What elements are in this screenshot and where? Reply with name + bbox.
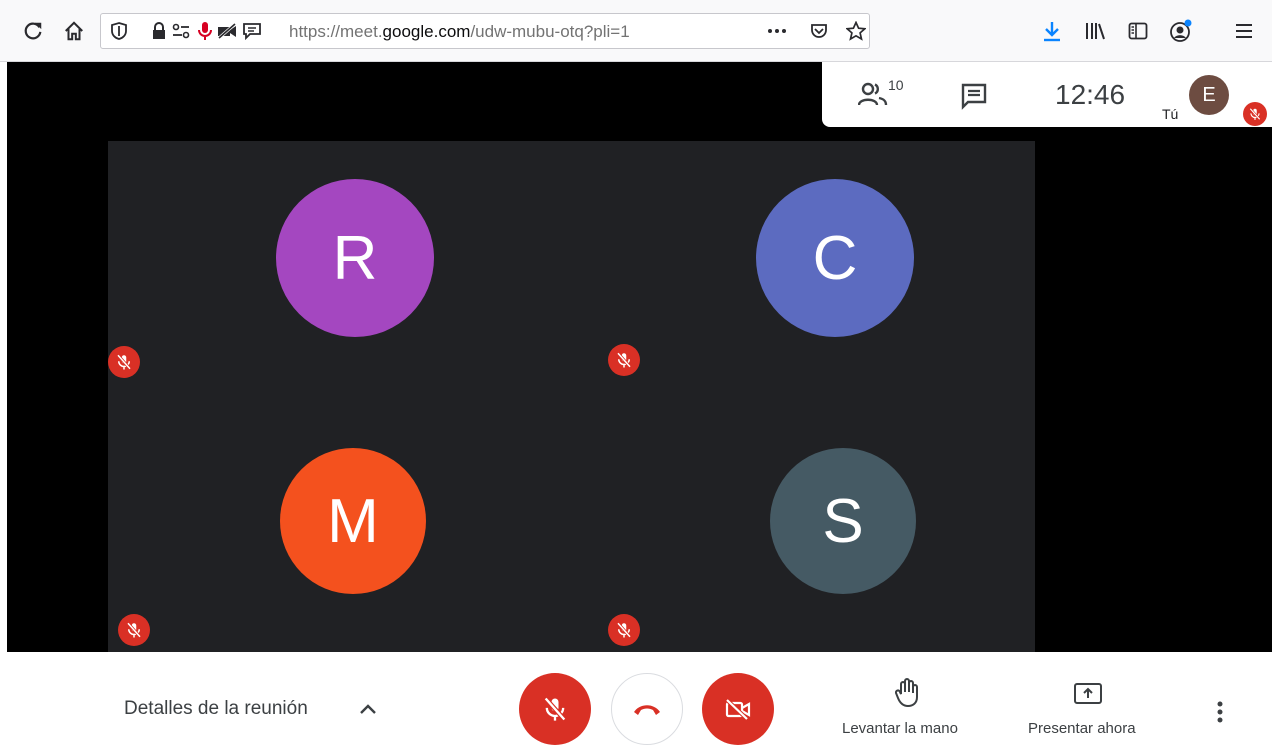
- camera-off-icon: [725, 698, 751, 721]
- camera-off-icon[interactable]: [217, 21, 237, 41]
- browser-toolbar: https://meet.google.com/udw-mubu-otq?pli…: [0, 0, 1272, 62]
- more-icon[interactable]: [767, 21, 787, 41]
- participants-count: 10: [888, 77, 904, 93]
- more-options-button[interactable]: [1208, 694, 1232, 730]
- sidebar-icon[interactable]: [1125, 18, 1151, 44]
- permissions-icon[interactable]: [171, 21, 191, 41]
- participants-button[interactable]: 10: [852, 76, 912, 116]
- self-avatar[interactable]: E: [1189, 75, 1229, 115]
- self-label: Tú: [1162, 106, 1179, 122]
- hand-icon: [895, 678, 918, 708]
- self-avatar-initial: E: [1202, 83, 1216, 106]
- participant-avatar: S: [770, 448, 916, 594]
- mic-off-icon: [118, 614, 150, 646]
- raise-hand-label: Levantar la mano: [842, 720, 958, 737]
- participant-tile[interactable]: C: [608, 141, 1035, 396]
- mic-off-icon: [608, 344, 640, 376]
- meeting-controls: Detalles de la reunión Levantar la mano …: [0, 652, 1272, 745]
- account-icon[interactable]: [1168, 18, 1194, 44]
- participant-initial: C: [812, 223, 858, 293]
- lock-icon[interactable]: [149, 21, 169, 41]
- mic-off-icon: [543, 696, 567, 722]
- library-icon[interactable]: [1082, 18, 1108, 44]
- url-path: /udw-mubu-otq?pli=1: [470, 22, 630, 41]
- mic-off-icon: [108, 346, 140, 378]
- url-domain: google.com: [382, 22, 471, 41]
- url-bar[interactable]: https://meet.google.com/udw-mubu-otq?pli…: [100, 13, 870, 49]
- home-icon[interactable]: [61, 18, 87, 44]
- meeting-info-panel: 10 12:46 Tú E: [822, 62, 1272, 127]
- url-prefix: https://meet.: [289, 22, 383, 41]
- present-now-label: Presentar ahora: [1028, 720, 1136, 737]
- meeting-details-button[interactable]: Detalles de la reunión: [124, 698, 308, 720]
- chevron-up-icon[interactable]: [357, 698, 379, 720]
- raise-hand-button[interactable]: Levantar la mano: [840, 678, 980, 738]
- participant-initial: R: [332, 223, 378, 293]
- menu-icon[interactable]: [1231, 18, 1257, 44]
- participant-initial: M: [327, 486, 379, 556]
- chat-icon: [961, 83, 987, 110]
- participant-grid: R C M S: [108, 141, 1035, 652]
- present-screen-icon: [1074, 683, 1102, 704]
- url-text[interactable]: https://meet.google.com/udw-mubu-otq?pli…: [289, 22, 630, 42]
- more-vert-icon: [1217, 701, 1223, 723]
- pocket-icon[interactable]: [809, 21, 829, 41]
- participant-tile[interactable]: R: [108, 141, 571, 396]
- chat-button[interactable]: [954, 76, 994, 116]
- participant-initial: S: [822, 486, 864, 556]
- star-icon[interactable]: [846, 21, 866, 41]
- participant-avatar: M: [280, 448, 426, 594]
- participant-avatar: R: [276, 179, 434, 337]
- reload-icon[interactable]: [20, 18, 46, 44]
- mic-off-icon: [608, 614, 640, 646]
- meeting-clock: 12:46: [1055, 79, 1126, 110]
- chat-permission-icon[interactable]: [242, 21, 262, 41]
- microphone-toggle-button[interactable]: [519, 673, 591, 745]
- camera-toggle-button[interactable]: [702, 673, 774, 745]
- people-icon: [858, 82, 888, 106]
- self-mic-off-icon: [1243, 102, 1267, 126]
- present-now-button[interactable]: Presentar ahora: [1024, 678, 1156, 738]
- microphone-icon[interactable]: [195, 21, 215, 41]
- leave-call-button[interactable]: [611, 673, 683, 745]
- participant-tile[interactable]: M: [108, 441, 571, 652]
- download-icon[interactable]: [1039, 18, 1065, 44]
- participant-tile[interactable]: S: [608, 441, 1035, 652]
- shield-icon[interactable]: [109, 21, 129, 41]
- hang-up-icon: [634, 705, 660, 715]
- participant-avatar: C: [756, 179, 914, 337]
